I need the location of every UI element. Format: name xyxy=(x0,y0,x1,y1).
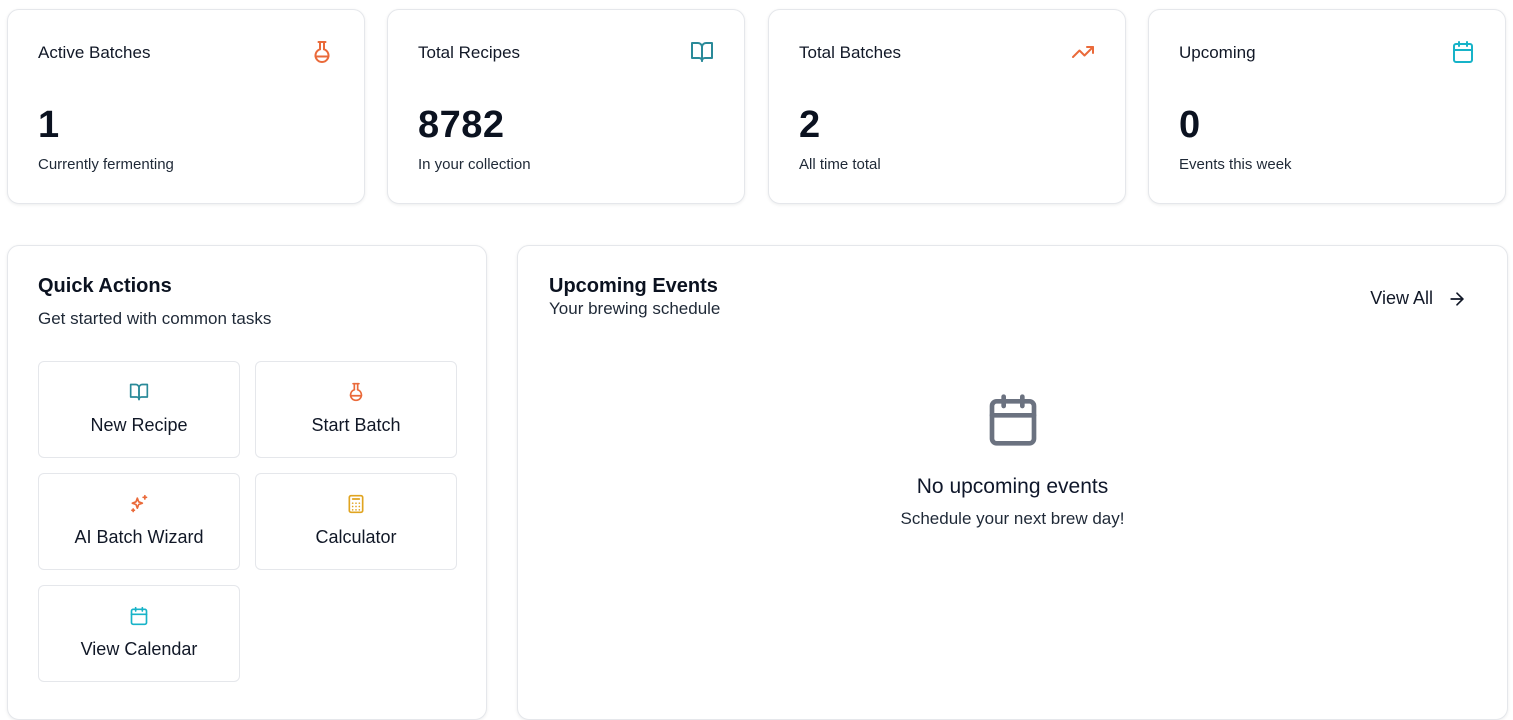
sparkles-icon xyxy=(129,494,149,514)
stat-card-upcoming: Upcoming 0 Events this week xyxy=(1148,9,1506,204)
trending-up-icon xyxy=(1071,40,1095,64)
stat-title: Active Batches xyxy=(38,43,151,62)
flask-icon xyxy=(310,40,334,64)
action-label: Start Batch xyxy=(311,415,401,435)
stat-title: Upcoming xyxy=(1179,43,1256,62)
stat-card-total-batches: Total Batches 2 All time total xyxy=(768,9,1126,204)
stat-subtitle: In your collection xyxy=(418,156,531,173)
stat-title: Total Batches xyxy=(799,43,902,62)
book-open-icon xyxy=(129,382,149,402)
calendar-icon xyxy=(1451,40,1475,64)
stat-subtitle: Currently fermenting xyxy=(38,156,174,173)
action-label: Calculator xyxy=(315,527,397,547)
action-label: View Calendar xyxy=(80,639,198,659)
upcoming-events-subtitle: Your brewing schedule xyxy=(549,299,721,318)
stat-card-active-batches: Active Batches 1 Currently fermenting xyxy=(7,9,365,204)
quick-actions-title: Quick Actions xyxy=(38,275,172,297)
stat-value: 2 xyxy=(799,104,821,146)
ai-batch-wizard-button[interactable]: AI Batch Wizard xyxy=(38,473,240,570)
quick-actions-card: Quick Actions Get started with common ta… xyxy=(7,245,487,720)
stat-value: 0 xyxy=(1179,104,1201,146)
stat-subtitle: All time total xyxy=(799,156,881,173)
calculator-button[interactable]: Calculator xyxy=(255,473,457,570)
arrow-right-icon xyxy=(1447,289,1467,309)
action-label: New Recipe xyxy=(90,415,188,435)
calculator-icon xyxy=(346,494,366,514)
quick-actions-subtitle: Get started with common tasks xyxy=(38,309,272,328)
empty-state-subtitle: Schedule your next brew day! xyxy=(900,509,1125,528)
stat-title: Total Recipes xyxy=(418,43,521,62)
view-all-button[interactable]: View All xyxy=(1370,288,1467,309)
calendar-icon xyxy=(129,606,149,626)
new-recipe-button[interactable]: New Recipe xyxy=(38,361,240,458)
stat-subtitle: Events this week xyxy=(1179,156,1292,173)
upcoming-events-card: Upcoming Events Your brewing schedule Vi… xyxy=(517,245,1508,720)
action-label: AI Batch Wizard xyxy=(74,527,204,547)
view-all-label: View All xyxy=(1370,288,1433,308)
calendar-icon xyxy=(985,392,1041,448)
start-batch-button[interactable]: Start Batch xyxy=(255,361,457,458)
flask-icon xyxy=(346,382,366,402)
stat-card-total-recipes: Total Recipes 8782 In your collection xyxy=(387,9,745,204)
stat-value: 8782 xyxy=(418,104,505,146)
book-open-icon xyxy=(690,40,714,64)
stat-value: 1 xyxy=(38,104,60,146)
upcoming-events-title: Upcoming Events xyxy=(549,275,718,297)
empty-state-title: No upcoming events xyxy=(916,475,1109,498)
view-calendar-button[interactable]: View Calendar xyxy=(38,585,240,682)
